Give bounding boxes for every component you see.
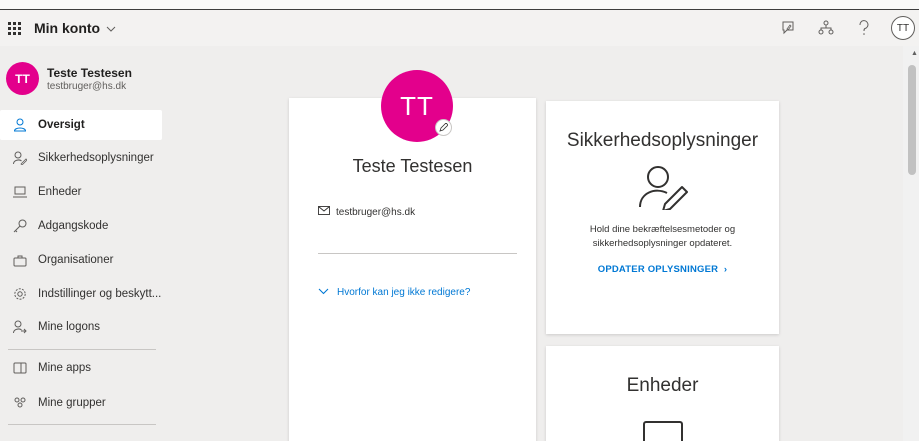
sidebar-item-label: Oversigt	[38, 119, 85, 131]
app-title-menu[interactable]: Min konto	[34, 20, 116, 36]
avatar: TT	[6, 62, 39, 95]
sidebar-item-security-info[interactable]: Sikkerhedsoplysninger	[0, 143, 162, 173]
chevron-down-icon	[106, 21, 116, 35]
sign-ins-icon	[12, 319, 28, 335]
sidebar-item-my-groups[interactable]: Mine grupper	[0, 388, 162, 418]
sidebar-item-label: Adgangskode	[38, 220, 109, 232]
header-actions: TT	[777, 16, 915, 40]
app-launcher-icon[interactable]	[8, 22, 22, 35]
sidebar-item-password[interactable]: Adgangskode	[0, 211, 162, 241]
update-info-link[interactable]: OPDATER OPLYSNINGER ›	[546, 264, 779, 275]
sidebar-item-label: Enheder	[38, 186, 82, 198]
gear-icon	[12, 286, 28, 302]
groups-icon	[12, 395, 28, 411]
edit-photo-icon[interactable]	[435, 119, 452, 136]
app-title: Min konto	[34, 20, 101, 36]
org-chart-icon[interactable]	[815, 17, 837, 39]
profile-card	[289, 98, 536, 441]
sidebar-user-email: testbruger@hs.dk	[47, 80, 127, 92]
profile-email: testbruger@hs.dk	[336, 206, 416, 218]
profile-name: Teste Testesen	[352, 156, 473, 176]
person-icon	[12, 117, 28, 133]
sidebar-item-devices[interactable]: Enheder	[0, 177, 162, 207]
security-info-icon	[637, 164, 689, 212]
sidebar-item-overview[interactable]: Oversigt	[0, 110, 162, 140]
sidebar-item-settings[interactable]: Indstillinger og beskytt...	[0, 279, 162, 309]
briefcase-icon	[12, 252, 28, 268]
scroll-up-arrow-icon[interactable]: ▲	[911, 50, 918, 57]
laptop-icon	[12, 184, 28, 200]
sidebar-item-label: Mine logons	[38, 321, 101, 333]
profile-divider	[318, 253, 517, 254]
scrollbar-thumb[interactable]	[908, 65, 916, 175]
sidebar-item-sign-ins[interactable]: Mine logons	[0, 312, 162, 342]
sidebar-item-label: Mine grupper	[38, 397, 106, 409]
sidebar-item-my-apps[interactable]: Mine apps	[0, 353, 162, 383]
sidebar-divider	[8, 349, 156, 350]
sidebar-item-label: Indstillinger og beskytt...	[38, 288, 162, 300]
security-card-description: Hold dine bekræftelsesmetoder og sikkerh…	[589, 224, 736, 249]
sidebar-item-label: Organisationer	[38, 254, 114, 266]
apps-icon	[12, 360, 28, 376]
profile-email-row: testbruger@hs.dk	[318, 206, 415, 218]
feedback-icon[interactable]	[777, 17, 799, 39]
top-bar: Min konto TT	[0, 10, 919, 46]
sidebar-item-label: Mine apps	[38, 362, 92, 374]
why-cant-edit-label: Hvorfor kan jeg ikke redigere?	[337, 287, 471, 298]
browser-edge	[0, 0, 919, 10]
sidebar-item-label: Sikkerhedsoplysninger	[38, 152, 154, 164]
sidebar-item-organizations[interactable]: Organisationer	[0, 245, 162, 275]
chevron-right-icon: ›	[721, 264, 728, 275]
sidebar-user: TT Teste Testesen testbruger@hs.dk	[6, 62, 132, 95]
devices-card-title: Enheder	[626, 375, 699, 396]
key-icon	[12, 218, 28, 234]
why-cant-edit-link[interactable]: Hvorfor kan jeg ikke redigere?	[318, 287, 470, 298]
help-icon[interactable]	[853, 17, 875, 39]
chevron-down-icon	[318, 287, 329, 298]
mail-icon	[318, 206, 330, 218]
security-card-title: Sikkerhedsoplysninger	[566, 130, 759, 151]
update-info-label: OPDATER OPLYSNINGER	[597, 264, 719, 275]
laptop-icon	[643, 421, 683, 441]
security-info-icon	[12, 150, 28, 166]
sidebar: TT Teste Testesen testbruger@hs.dk Overs…	[0, 46, 166, 441]
sidebar-divider	[8, 424, 156, 425]
sidebar-user-name: Teste Testesen	[47, 65, 132, 80]
account-avatar[interactable]: TT	[891, 16, 915, 40]
